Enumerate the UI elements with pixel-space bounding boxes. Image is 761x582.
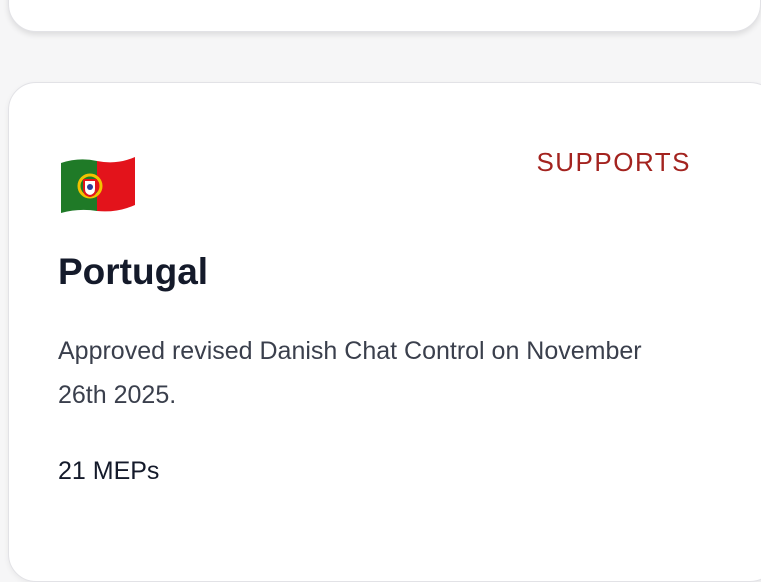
country-name: Portugal bbox=[58, 251, 209, 292]
status-badge: SUPPORTS bbox=[536, 147, 691, 177]
country-card: SUPPORTS Portugal Approved revised Danis… bbox=[8, 82, 761, 582]
country-description: Approved revised Danish Chat Control on … bbox=[58, 337, 642, 409]
mep-count: 21 MEPs bbox=[58, 457, 160, 485]
portugal-flag-icon bbox=[61, 157, 135, 213]
previous-country-card bbox=[8, 0, 761, 32]
